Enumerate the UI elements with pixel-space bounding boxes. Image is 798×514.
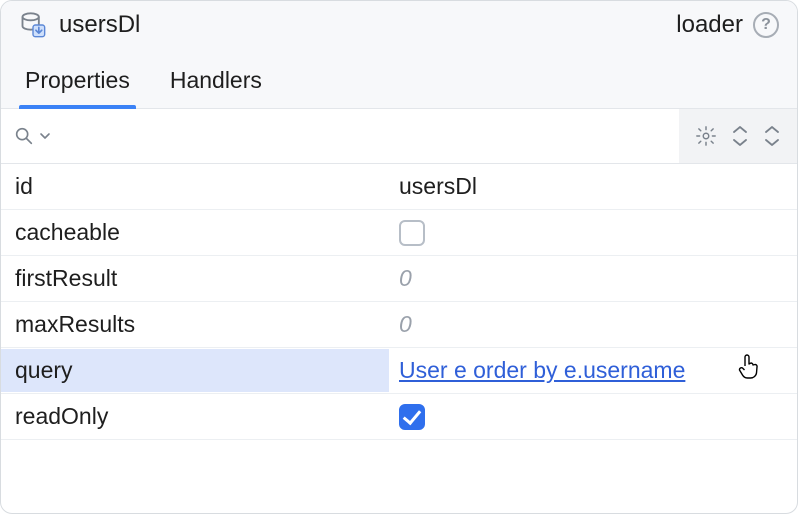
property-row-cacheable[interactable]: cacheable: [1, 210, 797, 256]
pointer-cursor-icon: [737, 352, 763, 388]
tabs: Properties Handlers: [1, 45, 797, 109]
property-row-readonly[interactable]: readOnly: [1, 394, 797, 440]
component-type-label: loader: [676, 11, 743, 39]
property-value-maxresults[interactable]: 0: [389, 303, 797, 346]
toolbar-actions: [679, 109, 797, 163]
property-value-readonly: [389, 396, 797, 438]
property-name: maxResults: [1, 303, 389, 346]
collapse-all-icon[interactable]: [731, 125, 749, 147]
search-icon[interactable]: [13, 125, 35, 147]
property-value-query: User e order by e.username: [389, 349, 797, 392]
database-loader-icon: [19, 11, 47, 39]
properties-table: id usersDl cacheable firstResult 0 maxRe…: [1, 164, 797, 440]
header-right: loader ?: [676, 11, 779, 39]
property-name: id: [1, 165, 389, 208]
properties-panel: usersDl loader ? Properties Handlers: [0, 0, 798, 514]
property-name: query: [1, 349, 389, 392]
readonly-checkbox[interactable]: [399, 404, 425, 430]
property-value-firstresult[interactable]: 0: [389, 257, 797, 300]
tab-properties[interactable]: Properties: [25, 67, 130, 108]
property-row-firstresult[interactable]: firstResult 0: [1, 256, 797, 302]
property-row-query[interactable]: query User e order by e.username: [1, 348, 797, 394]
help-icon[interactable]: ?: [753, 12, 779, 38]
search-toolbar: [1, 109, 797, 164]
query-link[interactable]: User e order by e.username: [399, 357, 685, 384]
expand-all-icon[interactable]: [763, 125, 781, 147]
search-dropdown-icon[interactable]: [39, 130, 51, 142]
property-value-cacheable: [389, 212, 797, 254]
property-value-id[interactable]: usersDl: [389, 165, 797, 208]
gear-icon[interactable]: [695, 125, 717, 147]
tab-handlers[interactable]: Handlers: [170, 67, 262, 108]
panel-header: usersDl loader ?: [1, 1, 797, 45]
property-name: readOnly: [1, 395, 389, 438]
property-name: firstResult: [1, 257, 389, 300]
search-input[interactable]: [55, 117, 667, 155]
search-wrapper: [1, 109, 679, 163]
property-row-maxresults[interactable]: maxResults 0: [1, 302, 797, 348]
cacheable-checkbox[interactable]: [399, 220, 425, 246]
property-name: cacheable: [1, 211, 389, 254]
component-name: usersDl: [59, 11, 140, 39]
property-row-id[interactable]: id usersDl: [1, 164, 797, 210]
header-left: usersDl: [19, 11, 140, 39]
